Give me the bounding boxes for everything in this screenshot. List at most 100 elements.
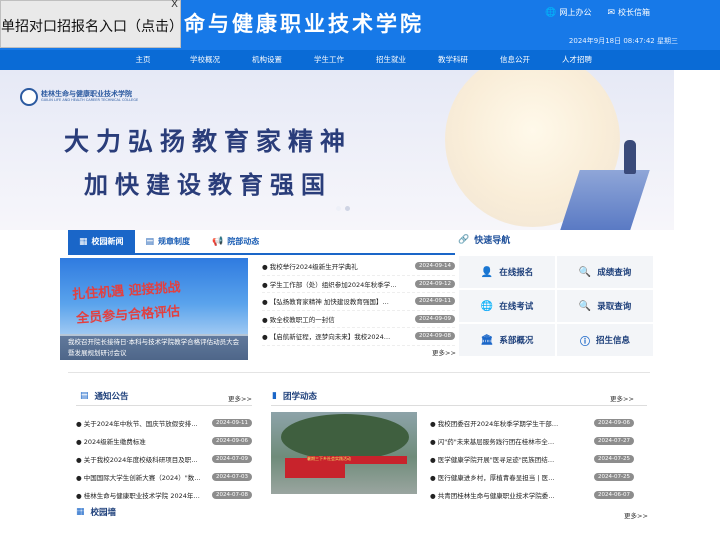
campus-wall-title-text: 校园墙	[90, 508, 117, 518]
league-more-link[interactable]: 更多>>	[610, 393, 634, 403]
banner-logo-subtext: GUILIN LIFE AND HEALTH CAREER TECHNICAL …	[41, 98, 139, 102]
quick-admission-query[interactable]: 🔍 录取查询	[556, 289, 654, 323]
date-badge: 2024-09-14	[415, 262, 455, 271]
list-item[interactable]: ● 关于我校2024年度校级科研项目及职业… 2024-07-09	[76, 450, 252, 468]
campus-wall-more-link[interactable]: 更多>>	[624, 510, 648, 520]
site-title[interactable]: 生命与健康职业技术学院	[160, 8, 424, 38]
list-item[interactable]: ● 共青团桂林生命与健康职业技术学院委… 2024-06-07	[430, 486, 634, 504]
tab-label: 院部动态	[227, 237, 260, 246]
notice-item-title: ● 桂林生命与健康职业技术学院 2024年…	[76, 492, 200, 500]
list-item[interactable]: ● 闪"药"未来基层服务践行团在桂林市全… 2024-07-27	[430, 432, 634, 450]
league-underline	[271, 405, 647, 406]
nav-item-organization[interactable]: 机构设置	[236, 50, 298, 70]
list-item[interactable]: ● 我校举行2024级新生开学典礼 2024-09-14	[262, 258, 455, 276]
hero-banner[interactable]: 桂林生命与健康职业技术学院 GUILIN LIFE AND HEALTH CAR…	[0, 70, 674, 230]
league-item-title: ● 共青团桂林生命与健康职业技术学院委…	[430, 492, 555, 500]
league-title-text: 团学动态	[282, 392, 317, 402]
nav-item-teaching[interactable]: 教学科研	[422, 50, 484, 70]
list-item[interactable]: ● 致全校教职工的一封信 2024-09-09	[262, 311, 455, 328]
date-badge: 2024-09-09	[415, 314, 455, 323]
date-badge: 2024-07-25	[594, 473, 634, 481]
list-icon: ▤	[80, 391, 89, 401]
enrollment-popup[interactable]: 单招对口招报名入口（点击） X	[0, 0, 183, 48]
news-list: ● 我校举行2024级新生开学典礼 2024-09-14 ● 学生工作部（处）组…	[262, 258, 455, 346]
notice-title: ▤ 通知公告	[80, 390, 129, 402]
league-item-title: ● 医行健康进乡村，厚植青春显担当 | 医…	[430, 474, 555, 482]
globe-icon: 🌐	[480, 300, 494, 312]
photo-calligraphy-line2: 全员参与合格评估	[75, 304, 181, 327]
grid-icon: ▦	[79, 236, 88, 247]
nav-item-student-affairs[interactable]: 学生工作	[298, 50, 360, 70]
league-list: ● 我校团委召开2024年秋季学期学生干部… 2024-09-06 ● 闪"药"…	[430, 414, 634, 504]
list-item[interactable]: ● 桂林生命与健康职业技术学院 2024年… 2024-07-08	[76, 486, 252, 504]
league-photo[interactable]: 暑期三下乡社会实践活动	[271, 412, 417, 494]
list-item[interactable]: ● 学生工作部（处）组织参加2024年秋季学期… 2024-09-12	[262, 276, 455, 293]
tab-department-news[interactable]: 📢 院部动态	[201, 230, 270, 253]
news-title: ● 致全校教职工的一封信	[262, 315, 335, 324]
quick-label: 在线报名	[499, 268, 534, 278]
list-item[interactable]: ● 关于2024年中秋节、国庆节放假安排的… 2024-09-11	[76, 414, 252, 432]
enrollment-popup-text[interactable]: 单招对口招报名入口（点击）	[1, 16, 183, 36]
tab-campus-news[interactable]: ▦ 校园新闻	[68, 230, 135, 253]
list-item[interactable]: ● 医学健康学院开展"医寻足迹"民族团结… 2024-07-25	[430, 450, 634, 468]
list-item[interactable]: ● 2024级新生缴费标准 2024-09-06	[76, 432, 252, 450]
news-title: ● 学生工作部（处）组织参加2024年秋季学期…	[262, 280, 402, 289]
tab-regulations[interactable]: ▤ 规章制度	[135, 230, 202, 253]
news-more-link[interactable]: 更多>>	[432, 347, 456, 357]
nav-item-home[interactable]: 主页	[112, 50, 174, 70]
list-item[interactable]: ● 中国国际大学生创新大赛（2024）"数… 2024-07-03	[76, 468, 252, 486]
quick-nav-title-text: 快速导航	[474, 236, 511, 246]
quick-departments[interactable]: 🏛 系部概况	[458, 323, 556, 357]
quick-label: 成绩查询	[597, 268, 632, 278]
news-title: ● 我校举行2024级新生开学典礼	[262, 263, 358, 272]
notice-item-title: ● 关于我校2024年度校级科研项目及职业…	[76, 456, 204, 464]
notice-more-link[interactable]: 更多>>	[228, 393, 252, 403]
date-badge: 2024-09-06	[594, 419, 634, 427]
notice-underline	[76, 405, 252, 406]
quick-admission-info[interactable]: ⓘ 招生信息	[556, 323, 654, 357]
list-item[interactable]: ● 医行健康进乡村，厚植青春显担当 | 医… 2024-07-25	[430, 468, 634, 486]
date-badge: 2024-09-08	[415, 332, 455, 341]
person-figure	[624, 140, 636, 174]
president-mailbox-link[interactable]: ✉ 校长信箱	[607, 7, 650, 18]
section-divider	[68, 372, 650, 373]
league-item-title: ● 闪"药"未来基层服务践行团在桂林市全…	[430, 438, 555, 446]
megaphone-icon: 📢	[212, 236, 224, 247]
list-item[interactable]: ● 我校团委召开2024年秋季学期学生干部… 2024-09-06	[430, 414, 634, 432]
quick-label: 招生信息	[595, 336, 630, 346]
link-icon: 🔗	[458, 234, 470, 245]
building-icon: 🏛	[480, 334, 494, 346]
quick-nav-title: 🔗 快速导航	[458, 233, 511, 247]
quick-score-query[interactable]: 🔍 成绩查询	[556, 255, 654, 289]
date-badge: 2024-07-27	[594, 437, 634, 445]
date-badge: 2024-09-11	[415, 297, 455, 306]
online-office-link[interactable]: 🌐 网上办公	[545, 7, 591, 18]
notice-item-title: ● 2024级新生缴费标准	[76, 438, 146, 446]
date-badge: 2024-07-08	[212, 491, 252, 499]
nav-item-disclosure[interactable]: 信息公开	[484, 50, 546, 70]
close-icon[interactable]: X	[171, 0, 178, 10]
info-icon: ⓘ	[579, 336, 590, 348]
nav-item-recruitment[interactable]: 人才招聘	[546, 50, 608, 70]
news-photo-caption[interactable]: 我校召开院长接待日·本科与技术学院教学合格评估动员大会暨发展规划研讨会议	[60, 336, 248, 360]
president-mailbox-label: 校长信箱	[618, 8, 650, 17]
top-links: 🌐 网上办公 ✉ 校长信箱	[545, 7, 650, 18]
quick-online-registration[interactable]: 👤 在线报名	[458, 255, 556, 289]
quick-label: 录取查询	[597, 302, 632, 312]
date-badge: 2024-06-07	[594, 491, 634, 499]
quick-online-exam[interactable]: 🌐 在线考试	[458, 289, 556, 323]
list-item[interactable]: ● 【弘扬教育家精神 加快建设教育强国】… 2024-09-11	[262, 293, 455, 311]
date-badge: 2024-09-11	[212, 419, 252, 427]
online-office-label: 网上办公	[559, 8, 592, 17]
globe-icon: 🌐	[545, 7, 557, 18]
carousel-dot[interactable]	[345, 206, 350, 211]
list-item[interactable]: ● 【启航新征程，逐梦向未来】我校2024… 2024-09-08	[262, 328, 455, 346]
nav-item-admissions[interactable]: 招生就业	[360, 50, 422, 70]
tab-underline	[68, 253, 455, 255]
league-title: ▮ 团学动态	[272, 390, 317, 402]
quick-label: 系部概况	[499, 336, 534, 346]
nav-item-about[interactable]: 学校概况	[174, 50, 236, 70]
document-icon: ▤	[145, 236, 155, 247]
college-logo-icon	[20, 88, 38, 106]
carousel-dot[interactable]	[336, 206, 341, 211]
